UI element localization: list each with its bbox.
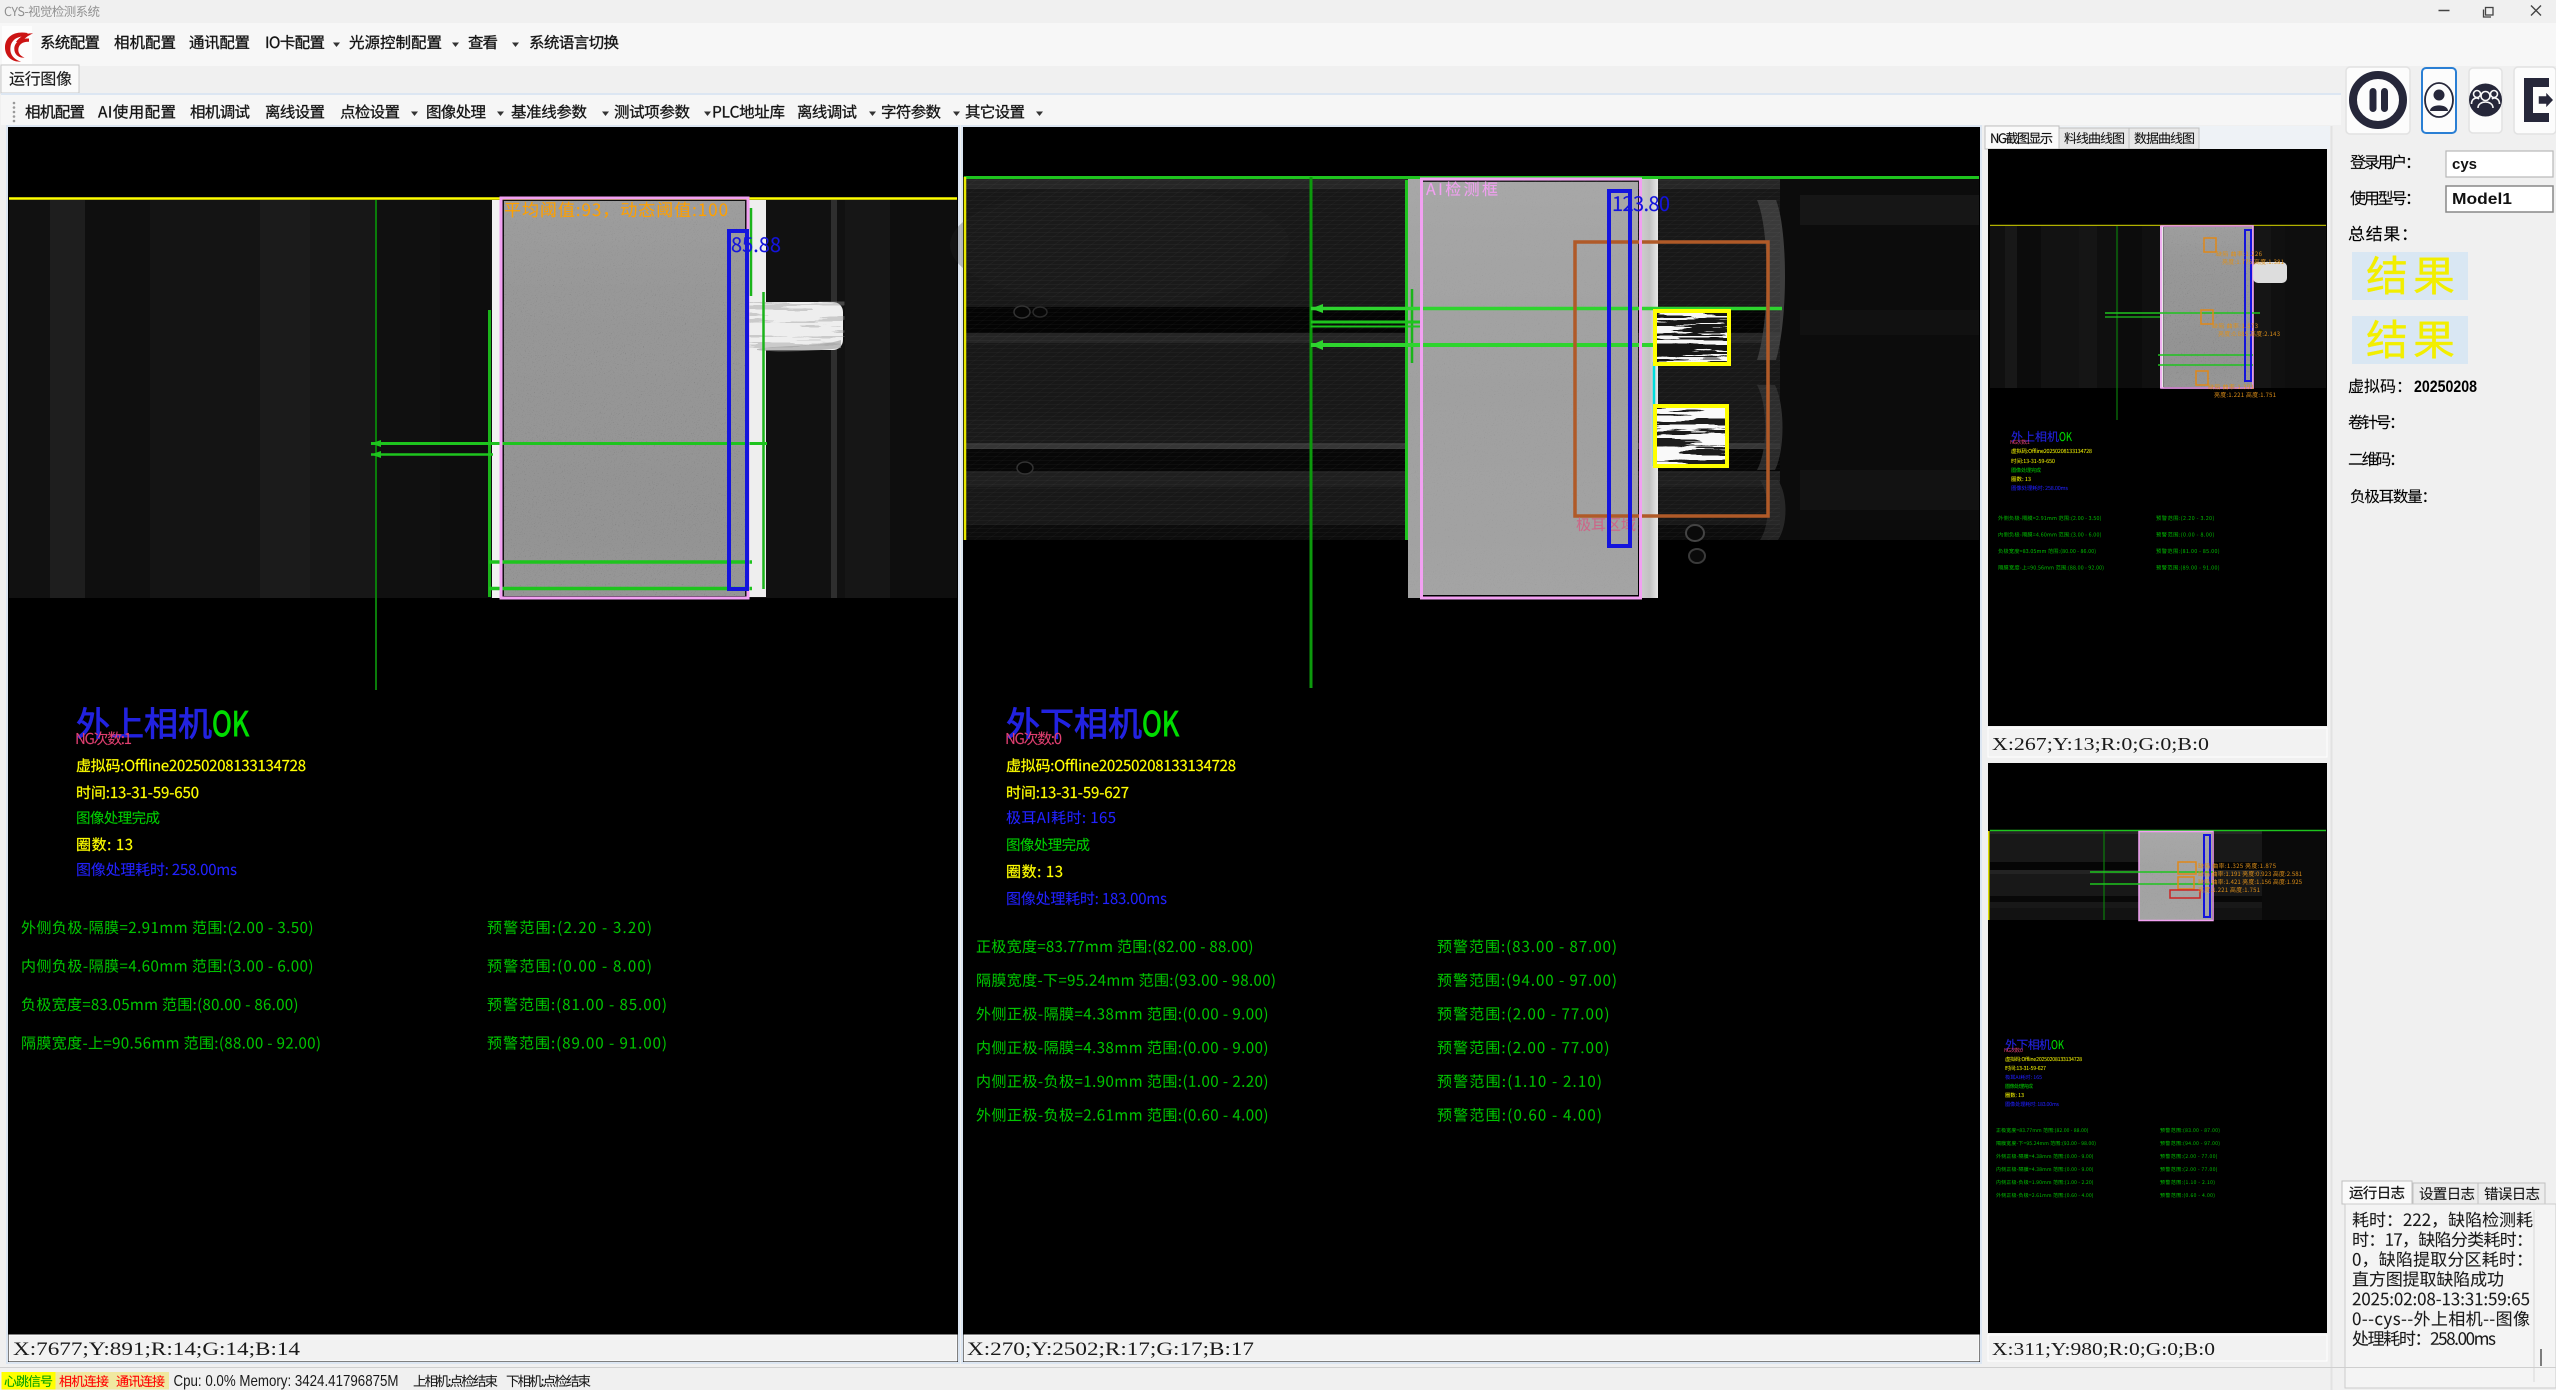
svg-text:X:267;Y:13;R:0;G:0;B:0: X:267;Y:13;R:0;G:0;B:0 <box>1992 734 2209 754</box>
svg-text:X:7677;Y:891;R:14;G:14;B:14: X:7677;Y:891;R:14;G:14;B:14 <box>13 1339 301 1360</box>
svg-text:20250208: 20250208 <box>2414 377 2477 396</box>
svg-text:X:270;Y:2502;R:17;G:17;B:17: X:270;Y:2502;R:17;G:17;B:17 <box>967 1339 1254 1360</box>
svg-text:cys: cys <box>2452 156 2477 173</box>
svg-text:Model1: Model1 <box>2452 191 2512 208</box>
svg-text:Cpu: 0.0% Memory: 3424.41796: Cpu: 0.0% Memory: 3424.41796875M <box>174 1373 399 1390</box>
svg-text:X:311;Y:980;R:0;G:0;B:0: X:311;Y:980;R:0;G:0;B:0 <box>1992 1339 2215 1359</box>
